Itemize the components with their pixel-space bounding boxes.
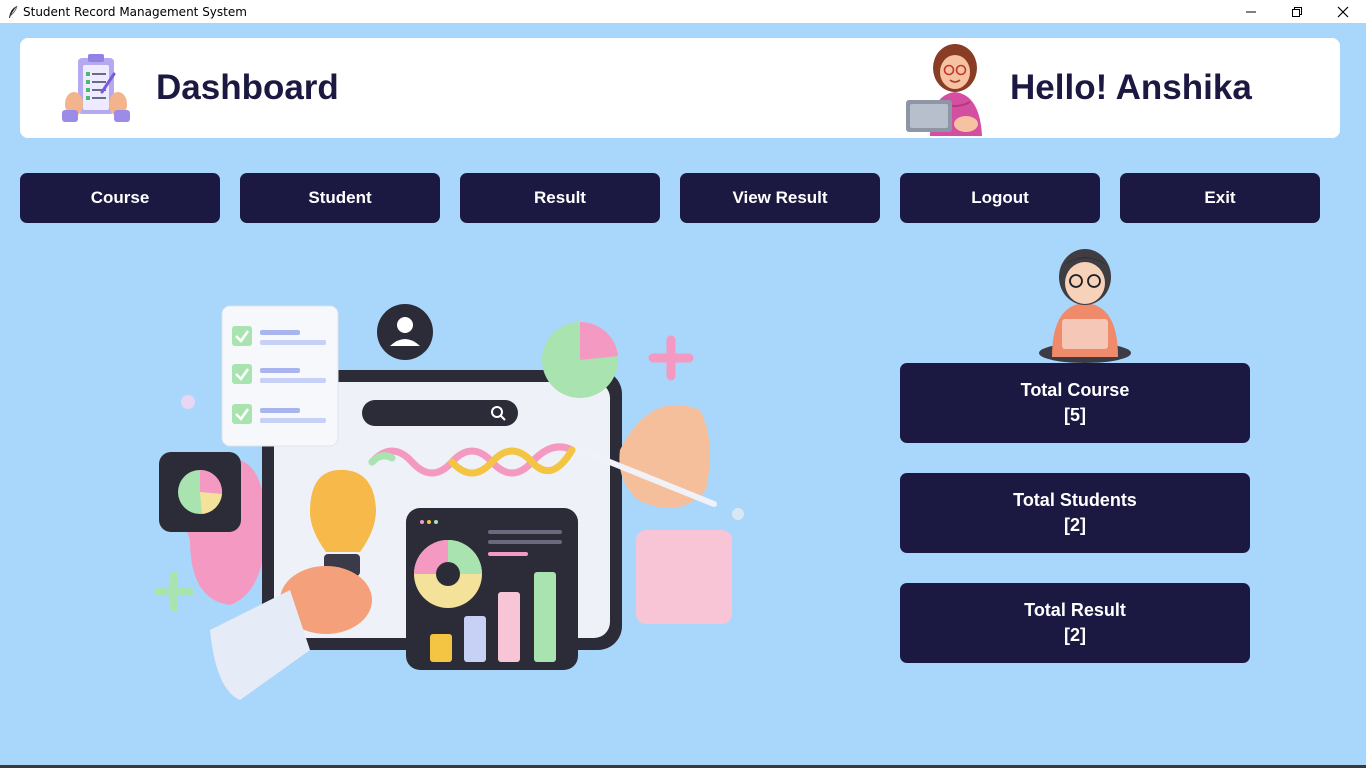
restore-icon[interactable] [1274,0,1320,23]
window-titlebar: Student Record Management System [0,0,1366,23]
total-result-card: Total Result [2] [900,583,1250,663]
total-course-label: Total Course [1020,380,1130,400]
total-result-label: Total Result [1024,600,1126,620]
dashboard-illustration [150,290,760,710]
total-result-value: [2] [1064,625,1086,645]
view-result-button[interactable]: View Result [680,173,880,223]
window-title: Student Record Management System [23,4,247,19]
dashboard-header: Dashboard Hello! Anshika [20,38,1340,138]
total-students-label: Total Students [1013,490,1137,510]
total-course-card: Total Course [5] [900,363,1250,443]
user-avatar [900,40,1000,136]
logout-button[interactable]: Logout [900,173,1100,223]
clipboard-checklist-icon [58,52,134,124]
exit-button[interactable]: Exit [1120,173,1320,223]
student-button[interactable]: Student [240,173,440,223]
result-button[interactable]: Result [460,173,660,223]
total-students-card: Total Students [2] [900,473,1250,553]
main-navigation: Course Student Result View Result Logout… [20,173,1320,223]
course-button[interactable]: Course [20,173,220,223]
page-title: Dashboard [156,68,339,107]
feather-icon [5,4,21,20]
student-avatar [1030,243,1140,365]
window-controls [1228,0,1366,23]
total-students-value: [2] [1064,515,1086,535]
total-course-value: [5] [1064,405,1086,425]
minimize-icon[interactable] [1228,0,1274,23]
close-icon[interactable] [1320,0,1366,23]
user-greeting: Hello! Anshika [1010,68,1252,107]
